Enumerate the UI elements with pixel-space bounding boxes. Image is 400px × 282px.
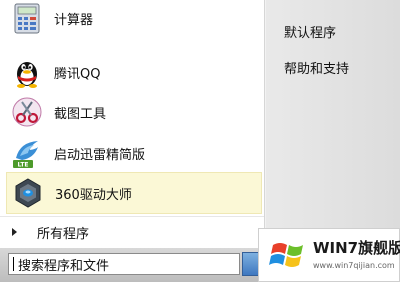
program-item-360-driver-master[interactable]: 360驱动大师 [6,172,262,214]
right-link-panel: 默认程序 帮助和支持 [266,0,400,248]
program-label-360-driver-master: 360驱动大师 [55,187,132,203]
all-programs-button[interactable]: 所有程序 [0,216,264,247]
qq-penguin-icon [17,62,37,88]
program-label-snipping-tool: 截图工具 [54,106,107,122]
start-menu-screen: 计算器 腾讯QQ 截图工具 LTE 启动迅雷精简版 360驱动大师 所有程序 默… [0,0,400,282]
svg-text:LTE: LTE [17,162,28,169]
all-programs-label: 所有程序 [37,226,90,242]
program-item-calculator[interactable]: 计算器 [6,0,262,38]
program-item-qq[interactable]: 腾讯QQ [6,52,262,92]
watermark-brand: WIN7旗舰版 [313,239,400,257]
program-label-qq: 腾讯QQ [54,66,101,82]
program-item-snipping-tool[interactable]: 截图工具 [6,92,262,132]
default-programs-link[interactable]: 默认程序 [284,22,336,41]
help-and-support-link[interactable]: 帮助和支持 [284,58,349,77]
search-box[interactable] [8,253,240,275]
program-label-calculator: 计算器 [54,12,94,28]
360-driver-master-icon [15,178,41,208]
site-watermark: WIN7旗舰版 www.win7qijian.com [258,228,400,282]
windows-logo-icon [269,243,303,267]
program-list-panel: 计算器 腾讯QQ 截图工具 LTE 启动迅雷精简版 360驱动大师 所有程序 [0,0,264,248]
arrow-right-icon [12,228,17,236]
calculator-icon [14,3,40,34]
text-caret [13,257,14,271]
program-item-thunder-lite[interactable]: LTE 启动迅雷精简版 [6,133,262,173]
program-label-thunder-lite: 启动迅雷精简版 [54,147,146,163]
watermark-url: www.win7qijian.com [313,261,395,270]
thunder-lite-icon: LTE [13,141,38,169]
search-input[interactable] [18,256,218,272]
snipping-tool-icon [12,97,42,127]
